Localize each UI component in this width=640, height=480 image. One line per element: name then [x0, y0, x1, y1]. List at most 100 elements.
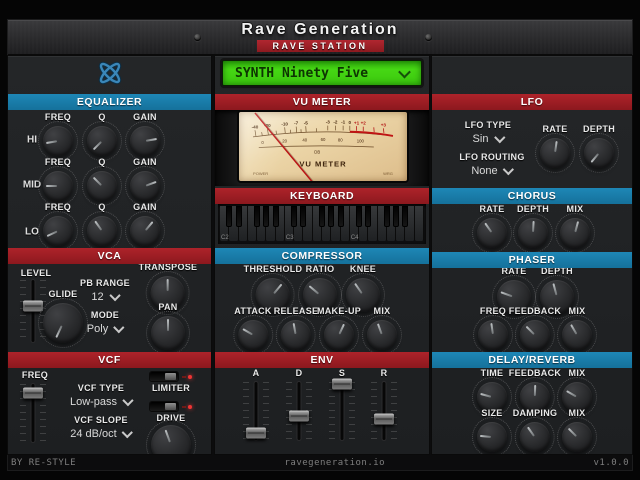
- reverb-damping-knob[interactable]: DAMPING: [513, 408, 558, 454]
- knob-dial[interactable]: [472, 213, 512, 253]
- attack-knob[interactable]: ATTACK: [233, 306, 273, 355]
- eq-hi-gain-knob[interactable]: GAIN: [125, 112, 165, 161]
- svg-text:20: 20: [282, 139, 287, 144]
- black-key[interactable]: [402, 206, 409, 227]
- knob-dial[interactable]: [514, 417, 555, 454]
- knob-dial[interactable]: [38, 166, 78, 206]
- lfo-routing-select[interactable]: LFO ROUTING None: [459, 152, 524, 177]
- knob-dial[interactable]: [146, 311, 190, 355]
- phaser-feedback-knob[interactable]: FEEDBACK: [509, 306, 561, 355]
- ratio-knob[interactable]: RATIO: [298, 264, 342, 317]
- black-key[interactable]: [365, 206, 372, 227]
- delay-feedback-knob[interactable]: FEEDBACK: [509, 368, 561, 417]
- preset-selector[interactable]: SYNTH Ninety Five: [222, 60, 422, 86]
- eq-lo-q-knob[interactable]: Q: [82, 202, 122, 251]
- eq-mid-q-knob[interactable]: Q: [82, 157, 122, 206]
- knob-dial[interactable]: [82, 166, 122, 206]
- black-key[interactable]: [254, 206, 261, 227]
- black-key[interactable]: [272, 206, 279, 227]
- release-knob[interactable]: RELEASE: [274, 306, 319, 355]
- knob-dial[interactable]: [362, 315, 402, 355]
- eq-hi-freq-knob[interactable]: FREQ: [38, 112, 78, 161]
- knob-dial[interactable]: [275, 315, 316, 355]
- knee-knob[interactable]: KNEE: [341, 264, 385, 317]
- knob-dial[interactable]: [38, 121, 78, 161]
- knob-dial[interactable]: [233, 315, 273, 355]
- white-key[interactable]: [414, 206, 424, 241]
- lfo-type-select[interactable]: LFO TYPE Sin: [465, 120, 511, 145]
- env-attack-slider[interactable]: A: [243, 368, 269, 440]
- threshold-knob[interactable]: THRESHOLD: [244, 264, 303, 317]
- drive-toggle[interactable]: DRIVE: [146, 402, 196, 454]
- lfo-rate-knob[interactable]: RATE: [535, 124, 575, 173]
- mode-select[interactable]: MODE Poly: [87, 310, 125, 335]
- chorus-depth-knob[interactable]: DEPTH: [512, 204, 553, 253]
- knob-dial[interactable]: [125, 166, 165, 206]
- phaser-freq-knob[interactable]: FREQ: [473, 306, 513, 355]
- knob-dial[interactable]: [557, 315, 597, 355]
- eq-mid-freq-knob[interactable]: FREQ: [38, 157, 78, 206]
- vcf-slope-select[interactable]: VCF SLOPE 24 dB/oct: [70, 415, 134, 440]
- slider-handle[interactable]: [246, 427, 266, 439]
- knob-dial[interactable]: [318, 315, 359, 355]
- black-key[interactable]: [383, 206, 390, 227]
- knob-dial[interactable]: [515, 315, 555, 355]
- slider-handle[interactable]: [289, 410, 309, 422]
- vcf-freq-slider[interactable]: [20, 384, 46, 442]
- knob-dial[interactable]: [38, 211, 78, 251]
- eq-lo-gain-knob[interactable]: GAIN: [125, 202, 165, 251]
- black-key[interactable]: [337, 206, 344, 227]
- limiter-toggle[interactable]: LIMITER: [150, 372, 192, 393]
- knob-dial[interactable]: [535, 133, 575, 173]
- knob-dial[interactable]: [578, 133, 619, 173]
- vcf-type-select[interactable]: VCF TYPE Low-pass: [70, 383, 134, 408]
- black-key[interactable]: [393, 206, 400, 227]
- slider-handle[interactable]: [23, 300, 43, 312]
- knob-dial[interactable]: [38, 298, 88, 348]
- knob-dial[interactable]: [82, 211, 122, 251]
- env-release-slider[interactable]: R: [371, 368, 397, 440]
- drive-knob[interactable]: [146, 420, 196, 454]
- lfo-depth-knob[interactable]: DEPTH: [578, 124, 619, 173]
- reverb-size-knob[interactable]: SIZE: [472, 408, 512, 454]
- knob-dial[interactable]: [555, 213, 595, 253]
- knob-dial[interactable]: [125, 211, 165, 251]
- glide-knob[interactable]: GLIDE: [38, 289, 88, 348]
- eq-lo-freq-knob[interactable]: FREQ: [38, 202, 78, 251]
- slider-handle[interactable]: [23, 387, 43, 399]
- delay-time-knob[interactable]: TIME: [472, 368, 512, 417]
- knob-dial[interactable]: [82, 121, 122, 161]
- keyboard[interactable]: C2 C3 C4: [218, 204, 426, 244]
- knob-dial[interactable]: [557, 417, 597, 454]
- black-key[interactable]: [328, 206, 335, 227]
- chorus-mix-knob[interactable]: MIX: [555, 204, 595, 253]
- toggle-switch[interactable]: [150, 372, 178, 381]
- black-key[interactable]: [235, 206, 242, 227]
- pb-range-select[interactable]: PB RANGE 12: [80, 278, 130, 303]
- comp-mix-knob[interactable]: MIX: [362, 306, 402, 355]
- makeup-knob[interactable]: MAKE-UP: [317, 306, 361, 355]
- phaser-mix-knob[interactable]: MIX: [557, 306, 597, 355]
- svg-text:-10: -10: [281, 121, 288, 126]
- black-key[interactable]: [226, 206, 233, 227]
- delay-mix-knob[interactable]: MIX: [557, 368, 597, 417]
- toggle-switch[interactable]: [150, 402, 178, 411]
- knob-dial[interactable]: [473, 315, 513, 355]
- knob-dial[interactable]: [472, 417, 512, 454]
- pan-knob[interactable]: PAN: [146, 302, 190, 355]
- knob-dial[interactable]: [512, 213, 553, 253]
- black-key[interactable]: [319, 206, 325, 227]
- black-key[interactable]: [263, 206, 270, 227]
- black-key[interactable]: [291, 206, 298, 227]
- reverb-mix-knob[interactable]: MIX: [557, 408, 597, 454]
- black-key[interactable]: [356, 206, 363, 227]
- slider-handle[interactable]: [374, 413, 394, 425]
- chorus-rate-knob[interactable]: RATE: [472, 204, 512, 253]
- black-key[interactable]: [300, 206, 307, 227]
- slider-handle[interactable]: [332, 378, 352, 390]
- env-decay-slider[interactable]: D: [286, 368, 312, 440]
- eq-hi-q-knob[interactable]: Q: [82, 112, 122, 161]
- env-sustain-slider[interactable]: S: [329, 368, 355, 440]
- knob-dial[interactable]: [125, 121, 165, 161]
- eq-mid-gain-knob[interactable]: GAIN: [125, 157, 165, 206]
